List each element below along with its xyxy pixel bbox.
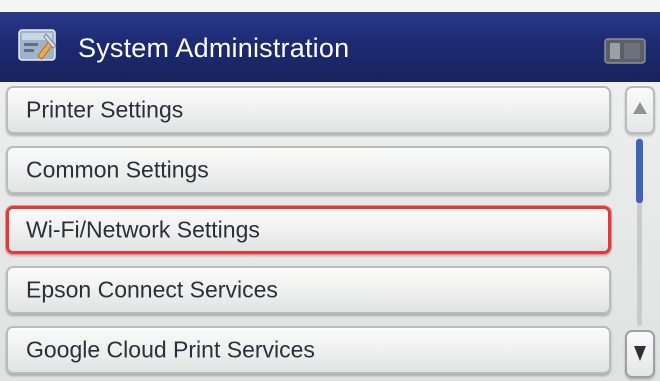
menu-item-label: Epson Connect Services — [26, 276, 278, 303]
menu-item-label: Wi-Fi/Network Settings — [26, 216, 260, 243]
settings-tools-icon — [18, 29, 57, 61]
menu-item-wifi-network-settings[interactable]: Wi-Fi/Network Settings — [6, 206, 611, 254]
scroll-up-button[interactable] — [625, 86, 655, 134]
battery-icon — [604, 38, 646, 64]
menu-item-label: Printer Settings — [26, 96, 184, 123]
menu-item-label: Google Cloud Print Services — [26, 336, 315, 363]
top-strip — [0, 0, 660, 12]
scrollbar-thumb[interactable] — [636, 139, 643, 203]
page-title: System Administration — [78, 33, 350, 63]
title-bar: System Administration — [0, 12, 660, 82]
menu-item-label: Common Settings — [26, 156, 209, 183]
scroll-down-button[interactable] — [625, 330, 655, 378]
menu-item-epson-connect-services[interactable]: Epson Connect Services — [6, 266, 611, 314]
triangle-down-icon — [634, 346, 646, 361]
menu-item-printer-settings[interactable]: Printer Settings — [6, 86, 611, 134]
menu-item-google-cloud-print-services[interactable]: Google Cloud Print Services — [6, 326, 611, 374]
menu-item-common-settings[interactable]: Common Settings — [6, 146, 611, 194]
triangle-up-icon — [633, 102, 647, 114]
printer-lcd-screen: System Administration Printer Settings C… — [0, 0, 660, 381]
